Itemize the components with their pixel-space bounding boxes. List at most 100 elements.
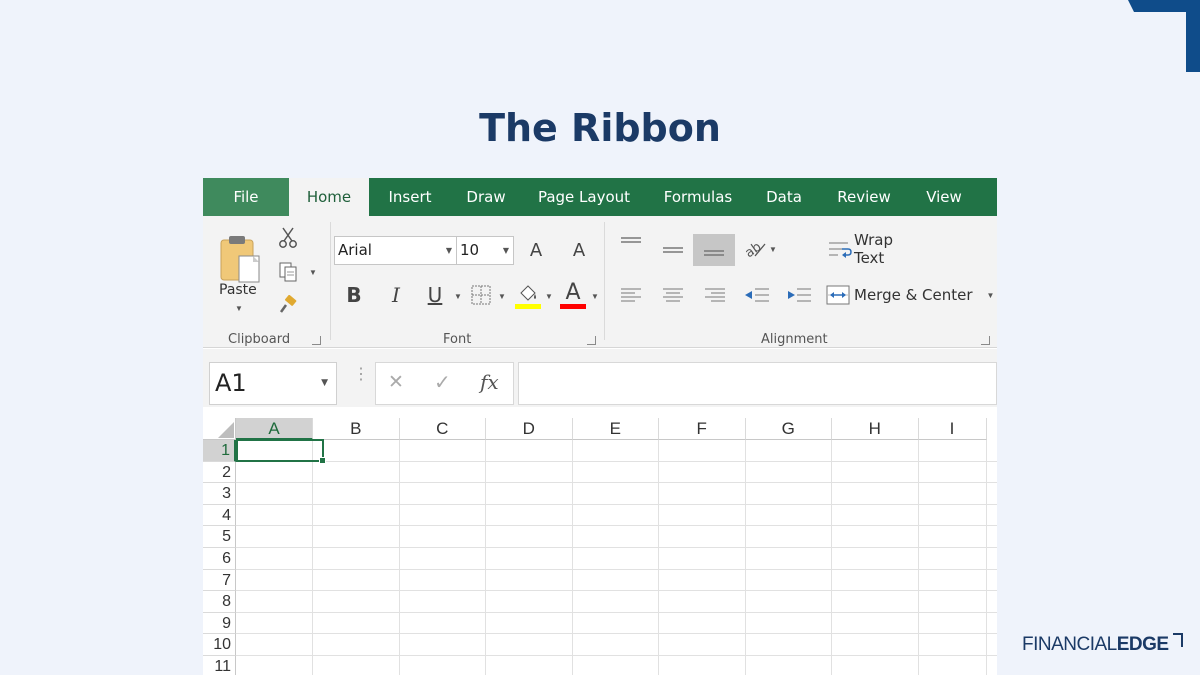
- column-header-e[interactable]: E: [572, 418, 659, 440]
- bold-icon: B: [346, 283, 362, 307]
- grid-row-line: [236, 568, 997, 570]
- wrap-text-button[interactable]: Wrap Text: [828, 231, 928, 267]
- font-name-select[interactable]: Arial ▼: [334, 236, 457, 265]
- format-painter-button[interactable]: [277, 294, 299, 316]
- row-header-3[interactable]: 3: [203, 483, 236, 505]
- font-size-select[interactable]: 10 ▼: [456, 236, 514, 265]
- name-box-value: A1: [215, 369, 247, 397]
- font-color-button[interactable]: A: [559, 280, 587, 310]
- merge-center-button[interactable]: Merge & Center ▼: [826, 282, 996, 308]
- underline-icon: U: [427, 283, 443, 307]
- row-header-11[interactable]: 11: [203, 656, 236, 675]
- align-center-icon[interactable]: [663, 288, 683, 302]
- row-header-9[interactable]: 9: [203, 612, 236, 635]
- chevron-down-icon: ▼: [986, 290, 995, 300]
- grow-font-button[interactable]: A: [525, 236, 547, 264]
- logo-text-bold: EDGE: [1116, 634, 1169, 655]
- align-middle-icon[interactable]: [663, 244, 683, 258]
- insert-function-icon[interactable]: fx: [480, 370, 499, 394]
- chevron-down-icon: ▼: [502, 246, 509, 255]
- row-header-1[interactable]: 1: [203, 440, 236, 462]
- column-header-f[interactable]: F: [659, 418, 746, 440]
- font-group-label: Font: [443, 332, 472, 347]
- chevron-down-icon: ▼: [321, 378, 328, 388]
- increase-indent-icon[interactable]: [787, 287, 811, 303]
- cut-icon: [279, 227, 297, 248]
- column-header-c[interactable]: C: [399, 418, 486, 440]
- tab-page-layout[interactable]: Page Layout: [529, 178, 639, 216]
- copy-dropdown-icon[interactable]: ▼: [309, 268, 317, 277]
- column-header-d[interactable]: D: [486, 418, 573, 440]
- grid-row-line: [236, 525, 997, 527]
- column-header-h[interactable]: H: [832, 418, 919, 440]
- format-painter-icon: [279, 295, 297, 313]
- tab-review[interactable]: Review: [828, 178, 900, 216]
- row-header-8[interactable]: 8: [203, 591, 236, 613]
- fill-color-button[interactable]: [514, 282, 542, 310]
- logo-corner-icon: [1173, 633, 1184, 647]
- tab-insert[interactable]: Insert: [373, 178, 447, 216]
- drag-handle-icon[interactable]: ⋮: [353, 367, 369, 383]
- align-right-icon[interactable]: [705, 288, 725, 302]
- alignment-launcher-icon[interactable]: [981, 336, 990, 345]
- grid-column-line: [658, 440, 659, 675]
- decrease-indent-icon[interactable]: [745, 287, 769, 303]
- formula-input[interactable]: [518, 362, 997, 405]
- merge-center-icon: [826, 285, 850, 305]
- grid-column-line: [312, 440, 313, 675]
- row-header-10[interactable]: 10: [203, 634, 236, 656]
- column-header-g[interactable]: G: [745, 418, 832, 440]
- select-all-icon: [218, 422, 234, 438]
- group-divider: [604, 222, 605, 340]
- column-header-a[interactable]: A: [236, 418, 313, 440]
- align-left-icon[interactable]: [621, 288, 641, 302]
- grid-column-line: [985, 440, 987, 675]
- orientation-button[interactable]: ab ▼: [743, 236, 777, 262]
- align-bottom-button[interactable]: [693, 234, 735, 266]
- tab-home[interactable]: Home: [289, 178, 369, 218]
- font-launcher-icon[interactable]: [587, 336, 596, 345]
- shrink-font-button[interactable]: A: [568, 236, 590, 264]
- row-header-4[interactable]: 4: [203, 504, 236, 527]
- grid-row-line: [236, 655, 997, 656]
- chevron-down-icon: ▼: [769, 244, 777, 254]
- name-box[interactable]: A1 ▼: [209, 362, 337, 405]
- cancel-icon[interactable]: ✕: [388, 371, 404, 394]
- grid-column-line: [831, 440, 832, 675]
- align-top-icon[interactable]: [621, 236, 641, 250]
- tab-data[interactable]: Data: [755, 178, 813, 216]
- tab-formulas[interactable]: Formulas: [653, 178, 743, 216]
- tab-draw[interactable]: Draw: [451, 178, 521, 216]
- cut-button[interactable]: [277, 226, 299, 248]
- row-header-2[interactable]: 2: [203, 461, 236, 484]
- row-header-7[interactable]: 7: [203, 569, 236, 592]
- font-color-swatch: [560, 303, 586, 309]
- row-header-5[interactable]: 5: [203, 526, 236, 548]
- font-color-dropdown-icon[interactable]: ▼: [591, 292, 599, 301]
- borders-icon: [471, 285, 491, 305]
- italic-icon: I: [392, 283, 400, 307]
- grid-row-line: [236, 633, 997, 635]
- select-all-corner[interactable]: [203, 418, 236, 440]
- italic-button[interactable]: I: [387, 282, 405, 308]
- underline-dropdown-icon[interactable]: ▼: [454, 292, 462, 301]
- worksheet-grid[interactable]: ABCDEFGHI 1 2 3 4 5 6 7 8 9 10 11: [203, 418, 997, 675]
- tab-view[interactable]: View: [916, 178, 972, 216]
- column-header-i[interactable]: I: [918, 418, 987, 440]
- active-cell-a1[interactable]: [236, 439, 326, 464]
- shrink-font-icon: A: [572, 239, 586, 261]
- fill-color-dropdown-icon[interactable]: ▼: [545, 292, 553, 301]
- wrap-text-icon: [828, 242, 852, 258]
- financial-edge-logo: FINANCIALEDGE: [1022, 633, 1184, 656]
- tab-file[interactable]: File: [203, 178, 289, 216]
- column-header-b[interactable]: B: [313, 418, 400, 440]
- enter-icon[interactable]: ✓: [434, 370, 451, 395]
- underline-button[interactable]: U: [425, 282, 445, 308]
- row-header-6[interactable]: 6: [203, 548, 236, 570]
- copy-button[interactable]: [275, 260, 301, 284]
- borders-dropdown-icon[interactable]: ▼: [498, 292, 506, 301]
- clipboard-launcher-icon[interactable]: [312, 336, 321, 345]
- paste-dropdown-icon[interactable]: ▼: [235, 304, 243, 313]
- bold-button[interactable]: B: [344, 282, 364, 308]
- borders-button[interactable]: [470, 284, 492, 306]
